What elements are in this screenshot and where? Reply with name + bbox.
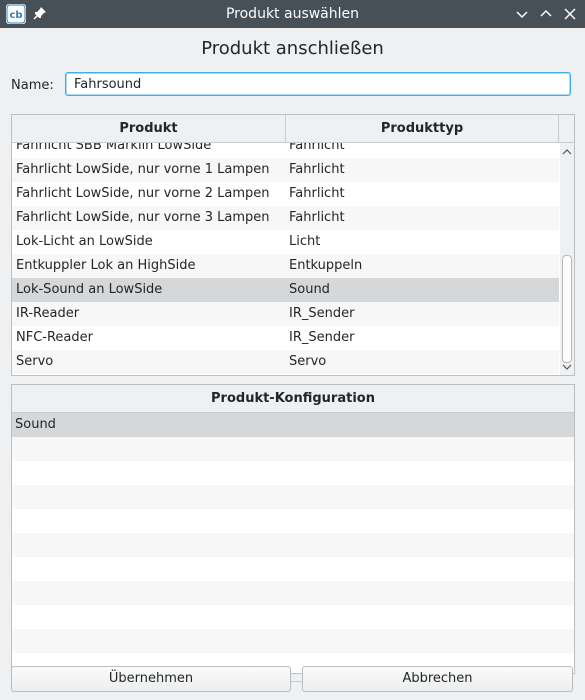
cell-produkt: Fahrlicht LowSide, nur vorne 2 Lampen	[16, 186, 270, 201]
pin-icon[interactable]	[32, 5, 48, 21]
config-row	[12, 533, 574, 557]
cell-produkttyp: IR_Sender	[289, 306, 355, 321]
column-header-produkttyp[interactable]: Produkttyp	[286, 115, 559, 142]
cell-produkt: Entkuppler Lok an HighSide	[16, 258, 196, 273]
svg-text:cb: cb	[9, 10, 22, 21]
cell-produkttyp: Fahrlicht	[289, 186, 345, 201]
config-row	[12, 629, 574, 653]
config-table-header: Produkt-Konfiguration	[12, 385, 574, 413]
table-row[interactable]: Fahrlicht LowSide, nur vorne 1 Lampen Fah…	[12, 158, 559, 182]
config-row	[12, 581, 574, 605]
product-table-header: Produkt Produkttyp	[12, 115, 574, 143]
product-table: Produkt Produkttyp Fahrlicht SBB Märklin…	[11, 114, 575, 376]
table-row[interactable]: Servo Servo	[12, 350, 559, 374]
chevron-up-icon[interactable]	[538, 6, 554, 22]
app-logo-icon: cb	[6, 4, 26, 24]
config-row	[12, 461, 574, 485]
cell-produkttyp: Licht	[289, 234, 321, 249]
cell-produkt: Servo	[16, 354, 54, 369]
cell-produkttyp: Fahrlicht	[289, 210, 345, 225]
cell-produkt: NFC-Reader	[16, 330, 93, 345]
config-row	[12, 437, 574, 461]
chevron-down-icon[interactable]	[514, 6, 530, 22]
column-header-produkt[interactable]: Produkt	[12, 115, 286, 142]
table-row[interactable]: Lok-Licht an LowSide Licht	[12, 230, 559, 254]
dialog-content: Produkt anschließen Name: Produkt Produk…	[1, 28, 584, 700]
ok-button[interactable]: Übernehmen	[11, 666, 291, 692]
table-row[interactable]: Entkuppler Lok an HighSide Entkuppeln	[12, 254, 559, 278]
table-row[interactable]: Fahrlicht LowSide, nur vorne 2 Lampen Fah…	[12, 182, 559, 206]
close-icon[interactable]	[562, 6, 578, 22]
table-row[interactable]: Fahrlicht LowSide, nur vorne 3 Lampen Fah…	[12, 206, 559, 230]
config-row	[12, 605, 574, 629]
config-row[interactable]: Sound	[12, 413, 574, 437]
table-row[interactable]: Lok-Sound an LowSide Sound	[12, 278, 559, 302]
scroll-up-icon[interactable]	[562, 146, 572, 158]
cell-produkttyp: Fahrlicht	[289, 143, 345, 153]
cancel-button[interactable]: Abbrechen	[302, 666, 573, 692]
cell-produkt: IR-Reader	[16, 306, 80, 321]
table-row[interactable]: NFC-Reader IR_Sender	[12, 326, 559, 350]
cell-produkttyp: Entkuppeln	[289, 258, 363, 273]
vertical-scrollbar[interactable]	[560, 143, 574, 375]
scrollbar-thumb[interactable]	[562, 255, 572, 363]
cell-produkt: Fahrlicht SBB Märklin LowSide	[16, 143, 212, 153]
config-table-body: Sound	[12, 413, 574, 673]
table-row[interactable]: Fahrlicht SBB Märklin LowSide Fahrlicht	[12, 143, 559, 158]
name-label: Name:	[11, 78, 54, 93]
config-table: Produkt-Konfiguration Sound	[11, 384, 575, 674]
cell-produkttyp: Servo	[289, 354, 327, 369]
config-row	[12, 557, 574, 581]
dialog-heading: Produkt anschließen	[201, 38, 384, 59]
name-input[interactable]	[65, 72, 571, 96]
cell-produkt: Lok-Licht an LowSide	[16, 234, 153, 249]
cell-produkttyp: Sound	[289, 282, 330, 297]
cell-produkt: Lok-Sound an LowSide	[16, 282, 163, 297]
table-row[interactable]: IR-Reader IR_Sender	[12, 302, 559, 326]
cell-produkttyp: Fahrlicht	[289, 162, 345, 177]
cell-produkt: Fahrlicht LowSide, nur vorne 3 Lampen	[16, 210, 270, 225]
product-table-body: Fahrlicht SBB Märklin LowSide Fahrlicht Fa…	[12, 143, 559, 375]
config-row	[12, 509, 574, 533]
window-title: Produkt auswählen	[225, 6, 360, 22]
window-titlebar: cb Produkt auswählen	[0, 0, 585, 28]
scroll-down-icon[interactable]	[562, 361, 572, 373]
cell-produkt: Fahrlicht LowSide, nur vorne 1 Lampen	[16, 162, 270, 177]
config-row	[12, 485, 574, 509]
cell-produkttyp: IR_Sender	[289, 330, 355, 345]
